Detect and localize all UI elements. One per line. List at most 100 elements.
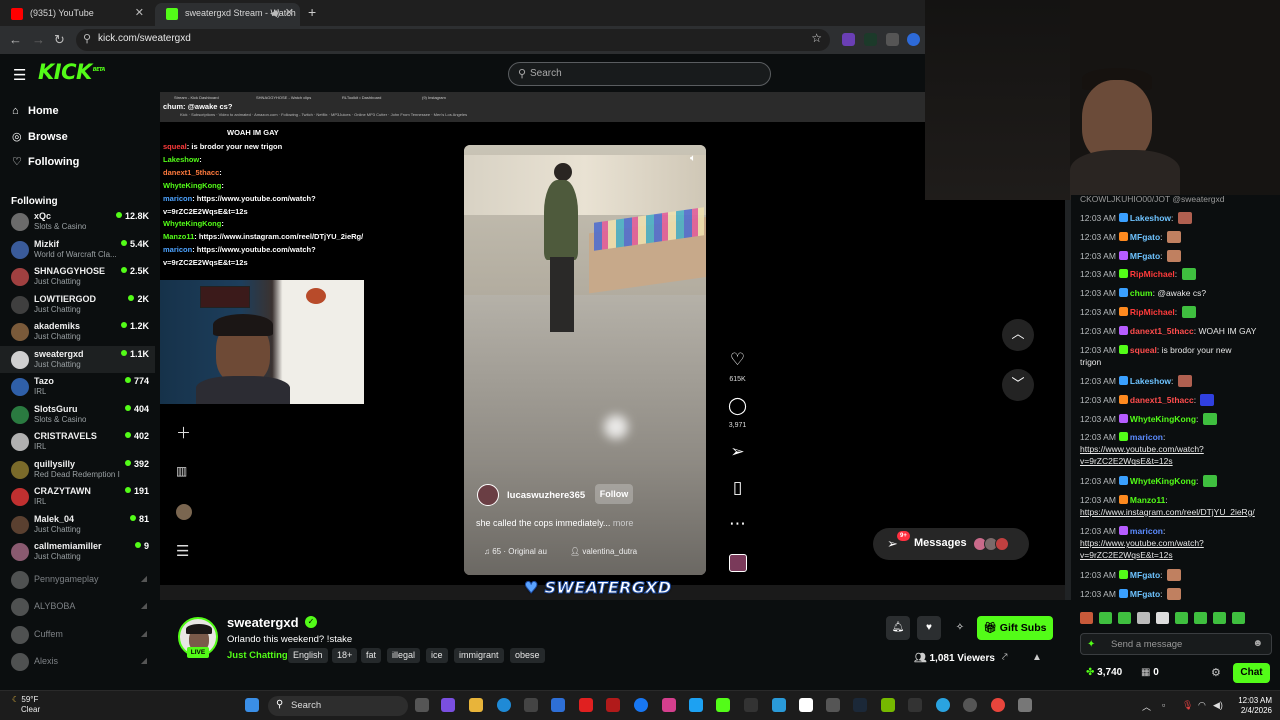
stream-tag[interactable]: ice [426,648,448,663]
channel-points[interactable]: ✤ 3,740 [1086,667,1122,678]
sidebar-channel-malek_04[interactable]: Malek_04 Just Chatting 81 [0,511,155,538]
stream-tag[interactable]: English [288,648,328,663]
back-icon[interactable]: ← [9,32,22,47]
tab-kick[interactable]: sweatergxd Stream - Watch ◀) ✕ [155,3,300,26]
sidebar-offline-channel[interactable]: Alexis ◢ [0,648,155,675]
reel-share[interactable]: ➢ [725,442,750,462]
reel-username[interactable]: lucaswuzhere365 [507,490,585,501]
chat-link[interactable]: v=9rZC2E2WqsE&t=12s [1080,550,1173,560]
emoji-icon[interactable]: ☻ [1252,638,1263,649]
chat-username[interactable]: RipMichael [1130,269,1175,279]
stream-tag[interactable]: fat [361,648,382,663]
chat-link[interactable]: https://www.youtube.com/watch? [1080,444,1204,454]
report-icon[interactable]: ▲ [1032,652,1042,663]
app-icon[interactable] [963,698,977,712]
reel-audio[interactable]: ♫ 65 · Original au [484,547,547,556]
chat-username[interactable]: MFgato [1130,570,1160,580]
sidebar-channel-tazo[interactable]: Tazo IRL 774 [0,373,155,400]
sidebar-offline-channel[interactable]: ALYBOBA ◢ [0,593,155,620]
chat-username[interactable]: danext1_5thacc [1130,395,1194,405]
nav-following[interactable]: ♡ Following [12,155,79,175]
address-bar[interactable]: ⚲ kick.com/sweatergxd ☆ [76,29,830,51]
extension-icon[interactable] [842,33,855,46]
nvidia-icon[interactable] [881,698,895,712]
settings-icon[interactable] [1018,698,1032,712]
extension-icon[interactable] [886,33,899,46]
reel-more[interactable]: ⋯ [725,514,750,534]
mail-icon[interactable] [551,698,565,712]
search-input[interactable]: ⚲ Search [508,62,771,86]
chat-username[interactable]: maricon [1130,526,1163,536]
next-reel-button[interactable]: ﹀ [1002,369,1034,401]
chat-username[interactable]: Manzo11 [1130,495,1165,505]
emote-quickbar[interactable] [1080,612,1251,627]
chat-username[interactable]: WhyteKingKong [1130,414,1196,424]
messages-button[interactable]: ➢ 9+ Messages [873,528,1029,560]
stream-tag[interactable]: illegal [387,648,421,663]
heart-icon[interactable]: ♥ [917,616,941,640]
copilot-icon[interactable] [441,698,455,712]
sidebar-channel-callmemiamiller[interactable]: callmemiamiller Just Chatting 9 [0,538,155,565]
extension-icon[interactable] [864,33,877,46]
bookmark-star-icon[interactable]: ☆ [811,31,822,45]
forward-icon[interactable]: → [32,32,45,47]
menu-icon[interactable]: ☰ [13,66,26,84]
store-icon[interactable] [524,698,538,712]
nav-home[interactable]: ⌂ Home [12,105,59,125]
chart-icon[interactable]: ▥ [176,464,187,478]
taskbar-search[interactable]: ⚲ Search [268,696,408,716]
stream-tag[interactable]: immigrant [454,648,504,663]
predictions[interactable]: ▦ 0 [1141,667,1159,678]
profile-avatar[interactable] [176,504,192,520]
sidebar-channel-crazytawn[interactable]: CRAZYTAWN IRL 191 [0,483,155,510]
reel-audio-thumb[interactable] [725,554,750,575]
wifi-icon[interactable]: ◠ [1198,700,1206,711]
app-icon[interactable] [826,698,840,712]
reel-author-avatar[interactable] [477,484,499,506]
amazon-icon[interactable] [744,698,758,712]
chat-username[interactable]: maricon [1130,432,1163,442]
instagram-icon[interactable] [662,698,676,712]
tray-icon[interactable]: ▫ [1162,700,1165,710]
chat-username[interactable]: RipMichael [1130,307,1175,317]
sidebar-offline-channel[interactable]: Pennygameplay ◢ [0,566,155,593]
stream-tag[interactable]: 18+ [332,648,358,663]
netflix-icon[interactable] [606,698,620,712]
sidebar-channel-lowtiergod[interactable]: LOWTIERGOD Just Chatting 2K [0,291,155,318]
sidebar-channel-cristravels[interactable]: CRISTRAVELS IRL 402 [0,428,155,455]
chat-username[interactable]: MFgato [1130,232,1160,242]
site-info-icon[interactable]: ⚲ [83,32,91,45]
nav-browse[interactable]: ◎ Browse [12,130,68,150]
app-icon[interactable] [772,698,786,712]
chat-username[interactable]: WhyteKingKong [1130,476,1196,486]
stream-category[interactable]: Just Chatting [227,650,288,661]
chrome-icon[interactable] [991,698,1005,712]
steam-icon[interactable] [853,698,867,712]
sidebar-channel-shnaggyhose[interactable]: SHNAGGYHOSE Just Chatting 2.5K [0,263,155,290]
volume-icon[interactable]: ◀) [1213,700,1223,711]
bell-icon[interactable]: 🔔︎ [886,616,910,640]
reload-icon[interactable]: ↻ [54,32,65,48]
start-icon[interactable] [245,698,259,712]
close-tab-icon[interactable]: ✕ [135,3,144,24]
file-explorer-icon[interactable] [469,698,483,712]
chat-link[interactable]: v=9rZC2E2WqsE&t=12s [1080,456,1173,466]
sidebar-channel-quillysilly[interactable]: quillysilly Red Dead Redemption II 392 [0,456,155,483]
youtube-icon[interactable] [579,698,593,712]
reel-save[interactable]: ▯ [725,478,750,498]
speaker-icon[interactable]: ◀) [270,3,280,24]
chat-username[interactable]: danext1_5thacc [1130,326,1194,336]
mute-icon[interactable]: 🔈︎ [690,153,696,164]
new-tab-button[interactable]: + [308,4,316,20]
reel-comment[interactable]: ◯ 3,971 [725,396,750,430]
sidebar-channel-slotsguru[interactable]: SlotsGuru Slots & Casino 404 [0,401,155,428]
reel-caption[interactable]: she called the cops immediately... more [476,518,633,528]
share-icon[interactable]: ⤤ [1002,652,1008,663]
chat-username[interactable]: Lakeshow [1130,213,1171,223]
reel-collaborator[interactable]: 👤︎ valentina_dutra [570,547,637,556]
close-tab-icon[interactable]: ✕ [285,3,294,24]
weather-widget[interactable]: ☾ 59°F Clear [12,695,40,715]
sidebar-channel-xqc[interactable]: xQc Slots & Casino 12.8K [0,208,155,235]
gear-icon[interactable]: ⚙ [1211,666,1221,679]
instagram-reel[interactable]: 🔈︎ lucaswuzhere365 Follow she called the… [464,145,706,575]
